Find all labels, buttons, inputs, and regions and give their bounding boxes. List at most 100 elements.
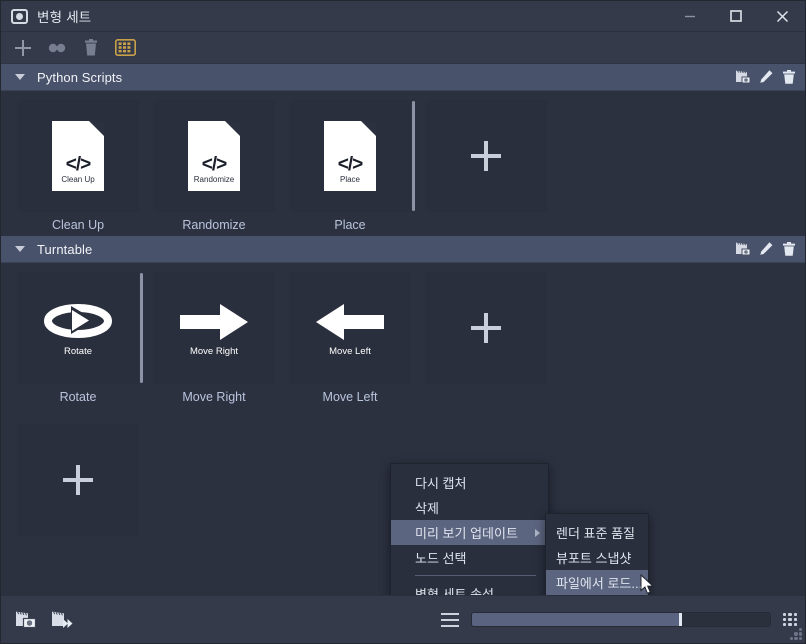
capture-animation-button[interactable] [49,606,77,634]
script-doc-icon: </> Place [324,121,376,191]
recapture-icon[interactable] [735,69,751,85]
menu-item-label: 다시 캡처 [415,476,467,491]
menu-item-recapture[interactable]: 다시 캡처 [391,470,548,495]
code-glyph: </> [65,154,92,175]
section-header[interactable]: Turntable [1,236,805,263]
window-title: 변형 세트 [37,10,92,25]
menu-item-set-properties[interactable]: 변형 세트 속성... [391,581,548,595]
zoom-slider-handle[interactable] [678,613,682,626]
menu-item-delete[interactable]: 삭제 [391,495,548,520]
thumb-caption: Clean Up [61,175,95,184]
tile-thumbnail[interactable]: </> Randomize [153,100,275,212]
menu-item-update-preview[interactable]: 미리 보기 업데이트 [391,520,548,545]
submenu-item-load-from-file[interactable]: 파일에서 로드... [546,570,648,595]
tile-label: Move Left [322,390,378,404]
add-tile-button[interactable] [425,272,547,384]
capture-settings-button[interactable] [109,34,141,62]
duplicate-button[interactable] [41,34,73,62]
tile-thumbnail[interactable]: Move Right [153,272,275,384]
context-submenu: 렌더 표준 품질 뷰포트 스냅샷 파일에서 로드... [545,513,649,595]
tile-label: Randomize [182,218,246,232]
add-section-tile[interactable] [17,424,139,536]
tile-thumbnail[interactable]: Move Left [289,272,411,384]
submenu-item-render-standard-quality[interactable]: 렌더 표준 품질 [546,520,648,545]
camera-icon [11,8,28,24]
window-controls [667,1,805,32]
tile-thumbnail[interactable]: Rotate [17,272,143,384]
tile-label [425,384,547,406]
arrow-right-icon-box: Move Right [178,300,250,357]
section-title: Turntable [37,241,93,257]
tile-item[interactable]: </> Clean Up Clean Up [17,100,139,234]
chevron-down-icon[interactable] [15,246,25,252]
tile-item[interactable]: Move Left Move Left [289,272,411,406]
thumb-caption: Move Left [329,345,371,357]
tile-row: Rotate Rotate Move Right Move Right Move… [1,263,805,408]
section-turntable: Turntable Rotate Rotate Move Right Move … [1,236,805,408]
tile-item-add[interactable] [425,100,547,234]
submenu-item-viewport-snapshot[interactable]: 뷰포트 스냅샷 [546,545,648,570]
tile-row: </> Clean Up Clean Up </> Randomize Rand… [1,91,805,236]
menu-item-label: 파일에서 로드... [556,576,643,591]
tile-item-add[interactable] [425,272,547,406]
plus-icon [471,141,501,171]
menu-item-label: 뷰포트 스냅샷 [556,551,632,566]
edit-pencil-icon[interactable] [758,241,774,257]
sets-list-area: Python Scripts </> Clean Up Clean Up </>… [1,64,805,595]
main-toolbar [1,32,805,64]
delete-trash-icon[interactable] [781,241,797,257]
trash-icon[interactable] [75,34,107,62]
section-actions [735,69,797,85]
doc-fold [89,121,104,136]
menu-separator [415,575,536,576]
close-button[interactable] [759,1,805,32]
tile-thumbnail[interactable]: </> Place [289,100,415,212]
title-bar: 변형 세트 [1,1,805,32]
transform-sets-window: 변형 세트 Python Scripts </> Clean Up Clean … [0,0,806,644]
minimize-button[interactable] [667,1,713,32]
code-glyph: </> [337,154,364,175]
grid-view-icon[interactable] [783,612,797,627]
plus-icon [471,313,501,343]
tile-item[interactable]: Rotate Rotate [17,272,143,406]
tile-item[interactable]: </> Place Place [289,100,415,234]
bottom-bar [1,595,805,643]
list-view-icon[interactable] [441,612,459,627]
arrow-right-icon [180,303,248,340]
resize-grip[interactable] [790,628,802,640]
tile-label: Place [334,218,366,232]
section-title: Python Scripts [37,69,123,85]
capture-thumbnail-button[interactable] [13,606,41,634]
add-button[interactable] [7,34,39,62]
chevron-down-icon[interactable] [15,74,25,80]
zoom-slider-fill [472,613,681,626]
zoom-slider[interactable] [471,612,771,627]
menu-item-label: 변형 세트 속성... [415,587,505,595]
add-tile-button[interactable] [425,100,547,212]
menu-item-select-nodes[interactable]: 노드 선택 [391,545,548,570]
section-header[interactable]: Python Scripts [1,64,805,91]
delete-trash-icon[interactable] [781,69,797,85]
tile-item[interactable]: Move Right Move Right [153,272,275,406]
edit-pencil-icon[interactable] [758,69,774,85]
tile-item[interactable]: </> Randomize Randomize [153,100,275,234]
clapper-image-icon [16,611,37,628]
menu-item-label: 삭제 [415,501,439,516]
tile-label [425,212,547,234]
rotate-icon [44,303,112,338]
rotate-icon-box: Rotate [41,300,115,357]
section-actions [735,241,797,257]
section-python-scripts: Python Scripts </> Clean Up Clean Up </>… [1,64,805,236]
tile-label: Clean Up [51,218,105,232]
clapper-play-icon [52,611,73,628]
tile-thumbnail[interactable]: </> Clean Up [17,100,139,212]
chevron-right-icon [535,528,540,537]
doc-fold [361,121,376,136]
title-bar-left: 변형 세트 [1,6,667,26]
context-menu: 다시 캡처 삭제 미리 보기 업데이트 노드 선택 변형 세트 속성... [390,463,549,595]
recapture-icon[interactable] [735,241,751,257]
thumb-caption: Move Right [189,345,239,357]
thumb-caption: Randomize [193,175,235,184]
maximize-button[interactable] [713,1,759,32]
bottom-right-controls [441,612,797,627]
